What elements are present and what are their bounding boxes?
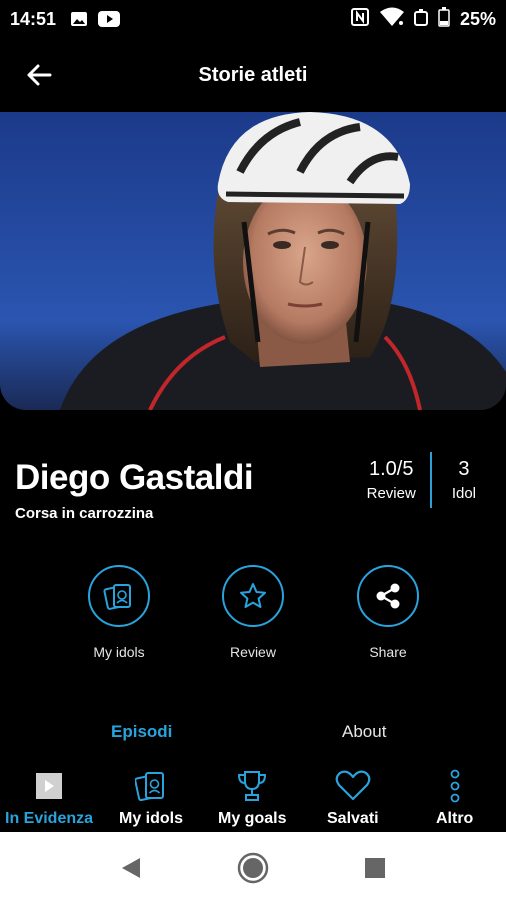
heart-icon (335, 768, 371, 804)
nav-salvati[interactable]: Salvati (327, 768, 379, 828)
review-value: 1.0/5 (368, 458, 414, 480)
share-label: Share (369, 644, 407, 660)
review-stat: 1.0/5 Review (367, 452, 430, 508)
my-idols-circle (88, 565, 150, 627)
status-time: 14:51 (10, 8, 57, 29)
tab-episodi[interactable]: Episodi (111, 722, 172, 742)
back-button[interactable] (22, 58, 56, 92)
nav-my-idols[interactable]: My idols (119, 768, 183, 828)
my-idols-label: My idols (93, 644, 145, 660)
wifi-icon (379, 7, 404, 32)
status-bar: 14:51 25% (0, 0, 506, 38)
battery-icon (438, 6, 450, 32)
home-circle-icon (237, 852, 269, 884)
share-icon (376, 583, 400, 609)
review-circle (222, 565, 284, 627)
battery-percentage: 25% (459, 8, 496, 29)
more-icon (448, 768, 462, 804)
review-button[interactable]: Review (193, 565, 313, 660)
idol-label: Idol (451, 485, 476, 502)
app-bar: Storie atleti (0, 38, 506, 112)
share-button[interactable]: Share (328, 565, 448, 660)
alarm-icon (413, 8, 428, 31)
idol-stat: 3 Idol (432, 452, 476, 508)
content-tabs: Episodi About (0, 716, 506, 756)
tab-about[interactable]: About (342, 722, 386, 742)
system-home-button[interactable] (235, 850, 271, 886)
nav-label-salvati: Salvati (327, 810, 379, 827)
idol-cards-icon (103, 584, 131, 610)
review-action-label: Review (230, 644, 276, 660)
athlete-profile: Diego Gastaldi Corsa in carrozzina 1.0/5… (0, 452, 506, 532)
review-label: Review (366, 485, 416, 502)
trophy-icon (236, 768, 268, 804)
idol-value: 3 (458, 458, 470, 480)
bottom-navigation: In Evidenza My idols My goals Salvati Al… (0, 760, 506, 832)
share-circle (357, 565, 419, 627)
page-title: Storie atleti (198, 63, 308, 86)
system-back-button[interactable] (113, 850, 149, 886)
nav-label-in-evidenza: In Evidenza (5, 810, 94, 827)
system-navigation-bar (0, 832, 506, 900)
arrow-left-icon (27, 64, 52, 86)
action-row: My idols Review Share (0, 565, 506, 665)
youtube-icon (98, 11, 121, 27)
athlete-stats: 1.0/5 Review 3 Idol (367, 452, 476, 508)
nav-my-goals[interactable]: My goals (218, 768, 286, 828)
system-recents-button[interactable] (357, 850, 393, 886)
nav-label-my-idols: My idols (119, 810, 184, 827)
featured-icon (35, 768, 63, 804)
star-icon (240, 583, 266, 608)
athlete-hero-image (0, 112, 506, 410)
idol-cards-icon (135, 768, 167, 804)
square-recents-icon (365, 858, 385, 878)
nav-label-altro: Altro (436, 810, 474, 827)
image-icon (70, 11, 88, 27)
nfc-icon (350, 7, 370, 32)
nav-in-evidenza[interactable]: In Evidenza (5, 768, 93, 828)
nav-altro[interactable]: Altro (436, 768, 473, 828)
athlete-name: Diego Gastaldi (15, 458, 254, 497)
triangle-back-icon (122, 858, 140, 878)
my-idols-button[interactable]: My idols (59, 565, 179, 660)
nav-label-my-goals: My goals (218, 810, 287, 827)
athlete-sport: Corsa in carrozzina (15, 505, 154, 522)
